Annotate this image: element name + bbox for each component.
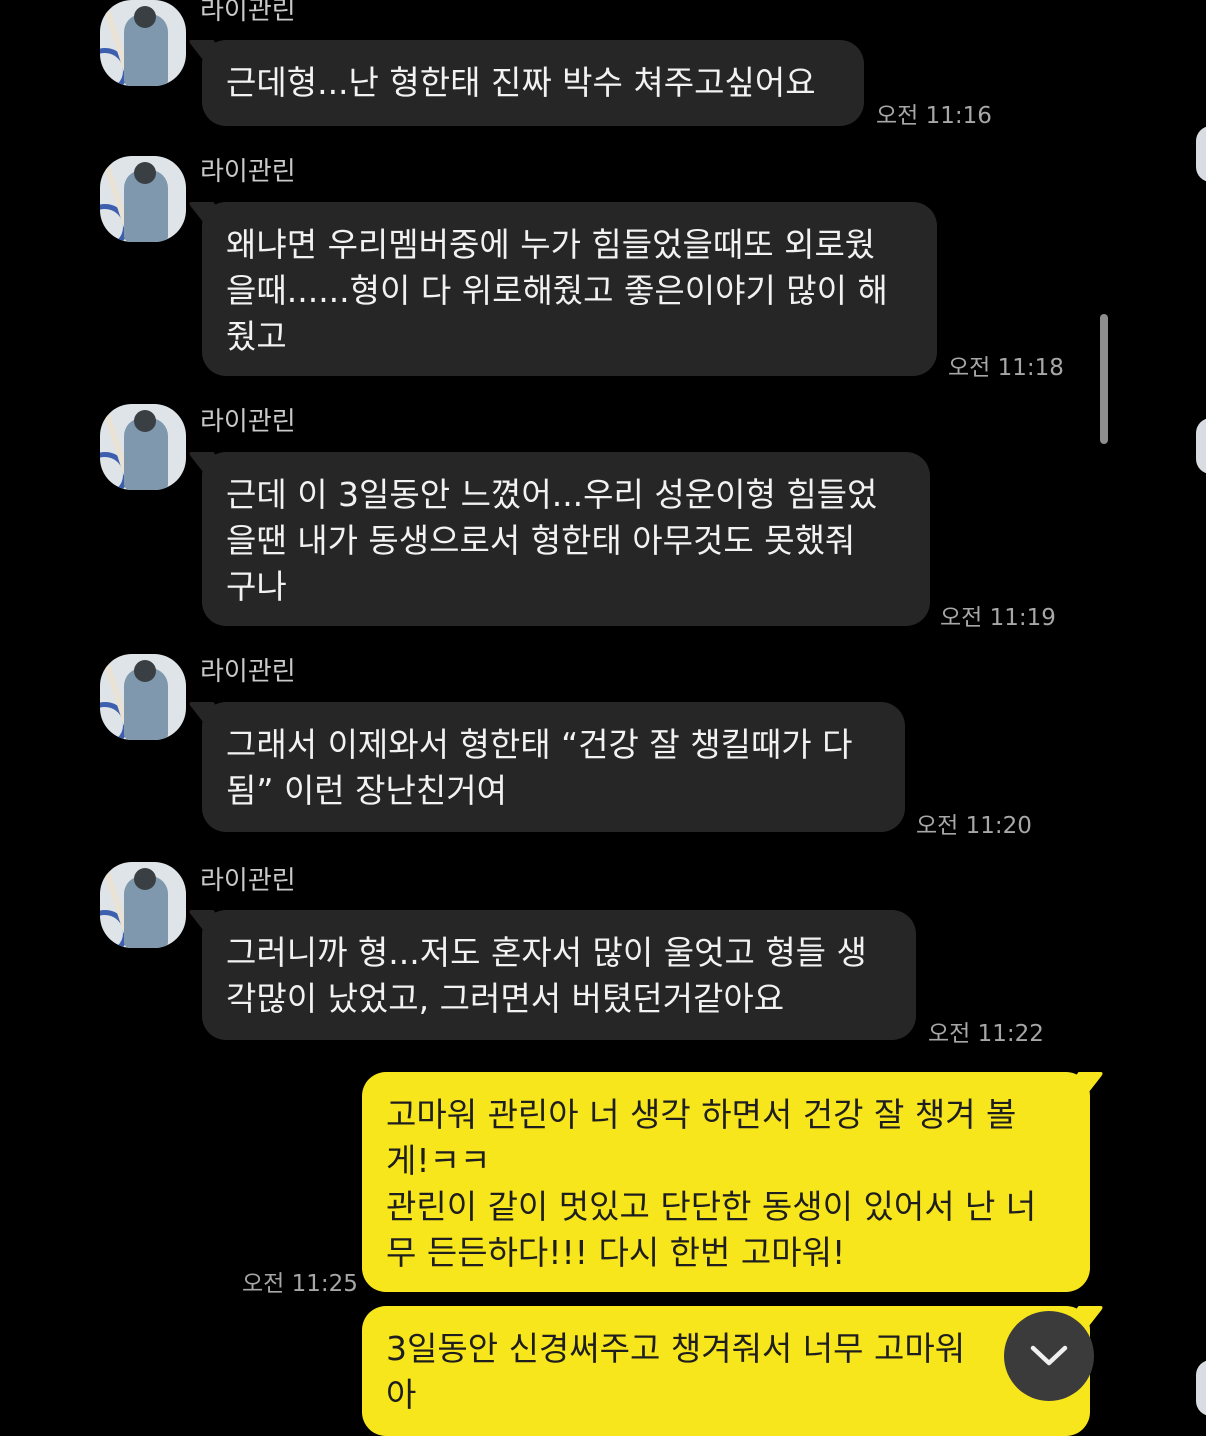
sender-name: 라이관린 — [200, 657, 296, 687]
sender-name: 라이관린 — [200, 157, 296, 187]
sender-name: 라이관린 — [200, 0, 296, 26]
message-bubble[interactable]: 근데형...난 형한태 진짜 박수 쳐주고싶어요 — [202, 40, 864, 126]
sender-avatar[interactable] — [100, 156, 186, 242]
right-edge-avatar — [1196, 1360, 1206, 1416]
message-time: 오전 11:16 — [876, 103, 992, 129]
message-time: 오전 11:19 — [940, 605, 1056, 631]
right-edge-avatar — [1196, 418, 1206, 474]
message-time: 오전 11:20 — [916, 813, 1032, 839]
right-edge-avatar — [1196, 126, 1206, 182]
message-bubble[interactable]: 근데 이 3일동안 느꼈어...우리 성운이형 힘들었 을땐 내가 동생으로서 … — [202, 452, 930, 626]
sender-name: 라이관린 — [200, 866, 296, 896]
message-bubble[interactable]: 그래서 이제와서 형한태 “건강 잘 챙킬때가 다 됨” 이런 장난친거여 — [202, 702, 905, 832]
chevron-down-icon — [1030, 1345, 1068, 1366]
message-time: 오전 11:22 — [928, 1021, 1044, 1047]
sender-avatar[interactable] — [100, 862, 186, 948]
sender-avatar[interactable] — [100, 404, 186, 490]
message-time: 오전 11:18 — [948, 355, 1064, 381]
message-bubble[interactable]: 왜냐면 우리멤버중에 누가 힘들었을때또 외로웠 을때......형이 다 위로… — [202, 202, 937, 376]
message-bubble[interactable]: 그러니까 형...저도 혼자서 많이 울엇고 형들 생 각많이 났었고, 그러면… — [202, 910, 916, 1040]
chat-view: 라이관린 근데형...난 형한태 진짜 박수 쳐주고싶어요 오전 11:16 라… — [0, 0, 1206, 1436]
scrollbar-thumb[interactable] — [1100, 314, 1108, 444]
message-time: 오전 11:25 — [242, 1271, 358, 1297]
my-message-bubble[interactable]: 3일동안 신경써주고 챙겨줘서 너무 고마워 아 — [362, 1306, 1090, 1436]
scroll-to-bottom-button[interactable] — [1004, 1311, 1094, 1401]
sender-name: 라이관린 — [200, 407, 296, 437]
my-message-bubble[interactable]: 고마워 관린아 너 생각 하면서 건강 잘 챙겨 볼 게!ㅋㅋ 관린이 같이 멋… — [362, 1072, 1090, 1292]
sender-avatar[interactable] — [100, 654, 186, 740]
sender-avatar[interactable] — [100, 0, 186, 86]
